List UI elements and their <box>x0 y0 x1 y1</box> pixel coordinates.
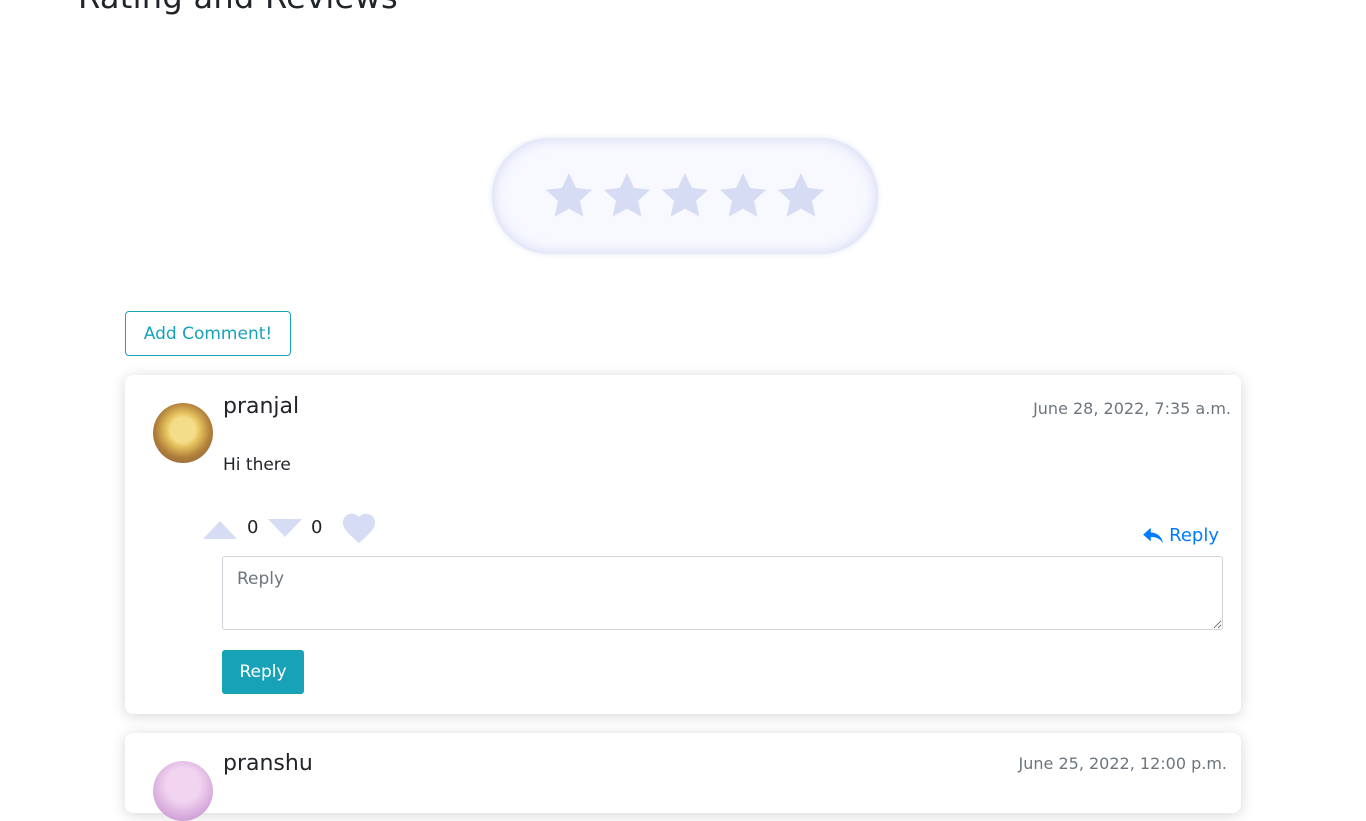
comment-timestamp: June 25, 2022, 12:00 p.m. <box>1018 754 1227 773</box>
comment-card: pranshu June 25, 2022, 12:00 p.m. <box>125 733 1241 821</box>
reply-textarea[interactable] <box>222 556 1223 630</box>
page-title: Rating and Reviews <box>78 0 398 16</box>
comment-body: Hi there <box>223 455 291 475</box>
star-icon[interactable] <box>542 169 596 223</box>
star-icon[interactable] <box>600 169 654 223</box>
reply-submit-button[interactable]: Reply <box>222 650 304 694</box>
reply-link-label: Reply <box>1169 525 1219 546</box>
add-comment-button[interactable]: Add Comment! <box>125 311 291 356</box>
avatar <box>153 403 213 463</box>
downvote-count: 0 <box>311 517 323 538</box>
reply-arrow-icon <box>1143 527 1164 543</box>
comment-timestamp: June 28, 2022, 7:35 a.m. <box>1033 399 1231 418</box>
comment-card: pranjal June 28, 2022, 7:35 a.m. Hi ther… <box>125 375 1241 714</box>
heart-icon[interactable] <box>340 510 378 544</box>
star-icon[interactable] <box>716 169 770 223</box>
triangle-up-icon[interactable] <box>203 521 237 539</box>
comment-username: pranshu <box>223 751 313 776</box>
star-rating <box>492 138 878 254</box>
triangle-down-icon[interactable] <box>268 519 302 537</box>
upvote-count: 0 <box>247 517 259 538</box>
avatar <box>153 761 213 821</box>
star-icon[interactable] <box>658 169 712 223</box>
comment-username: pranjal <box>223 394 300 419</box>
reply-link[interactable]: Reply <box>1142 525 1219 546</box>
star-icon[interactable] <box>774 169 828 223</box>
